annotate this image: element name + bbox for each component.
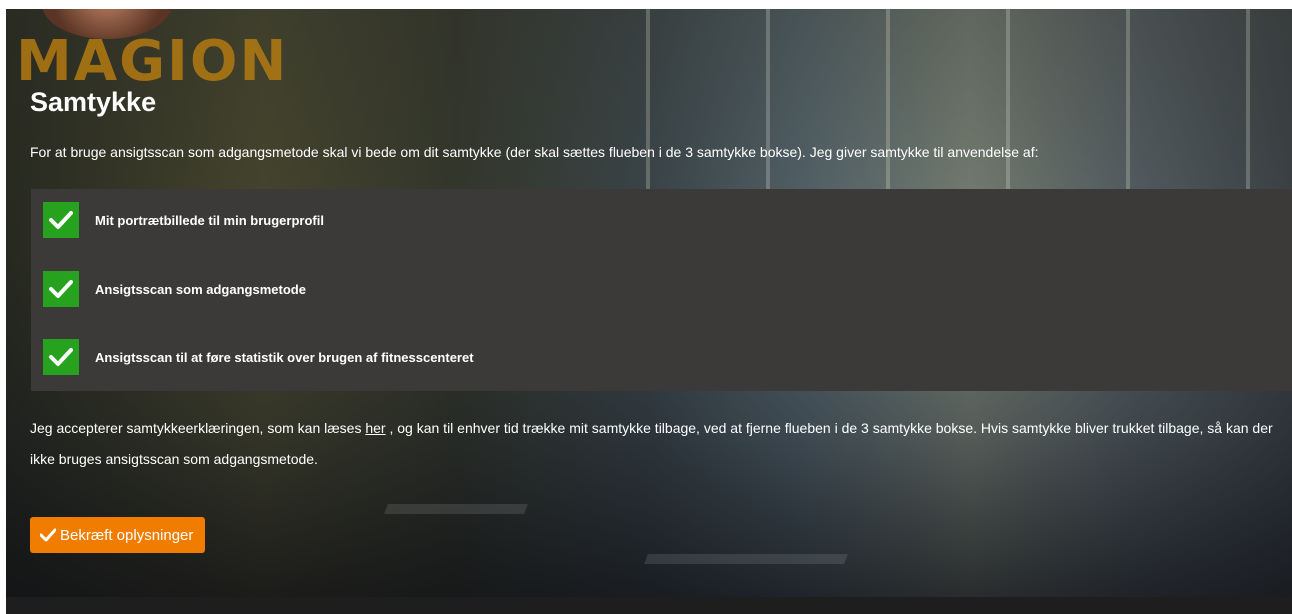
terms-text: Jeg accepterer samtykkeerklæringen, som … bbox=[30, 413, 1280, 475]
checkmark-icon bbox=[49, 280, 73, 298]
confirm-button-label: Bekræft oplysninger bbox=[60, 526, 194, 544]
background-road-marking bbox=[644, 554, 848, 564]
consent-face-scan-checkbox[interactable]: Ansigtsscan som adgangsmetode bbox=[43, 271, 306, 307]
terms-link[interactable]: her bbox=[365, 420, 385, 436]
consent-portrait-checkbox[interactable]: Mit portrætbillede til min brugerprofil bbox=[43, 202, 324, 238]
consent-panel: Mit portrætbillede til min brugerprofil … bbox=[31, 189, 1292, 391]
page-frame: MAGION Samtykke For at bruge ansigtsscan… bbox=[6, 9, 1292, 614]
consent-label: Mit portrætbillede til min brugerprofil bbox=[95, 212, 324, 228]
page-title: Samtykke bbox=[30, 87, 157, 117]
checkbox-checked[interactable] bbox=[43, 339, 79, 375]
checkmark-icon bbox=[40, 528, 56, 542]
consent-label: Ansigtsscan som adgangsmetode bbox=[95, 281, 306, 297]
magion-logo: MAGION bbox=[16, 29, 289, 94]
background-road-marking bbox=[384, 504, 528, 514]
checkmark-icon bbox=[49, 348, 73, 366]
checkmark-icon bbox=[49, 211, 73, 229]
confirm-button[interactable]: Bekræft oplysninger bbox=[30, 517, 206, 553]
checkbox-checked[interactable] bbox=[43, 202, 79, 238]
consent-statistics-checkbox[interactable]: Ansigtsscan til at føre statistik over b… bbox=[43, 339, 474, 375]
checkbox-checked[interactable] bbox=[43, 271, 79, 307]
footer-bar bbox=[6, 597, 1292, 614]
consent-label: Ansigtsscan til at føre statistik over b… bbox=[95, 349, 474, 365]
intro-text: For at bruge ansigtsscan som adgangsmeto… bbox=[30, 144, 1039, 160]
terms-text-start: Jeg accepterer samtykkeerklæringen, som … bbox=[30, 420, 366, 436]
